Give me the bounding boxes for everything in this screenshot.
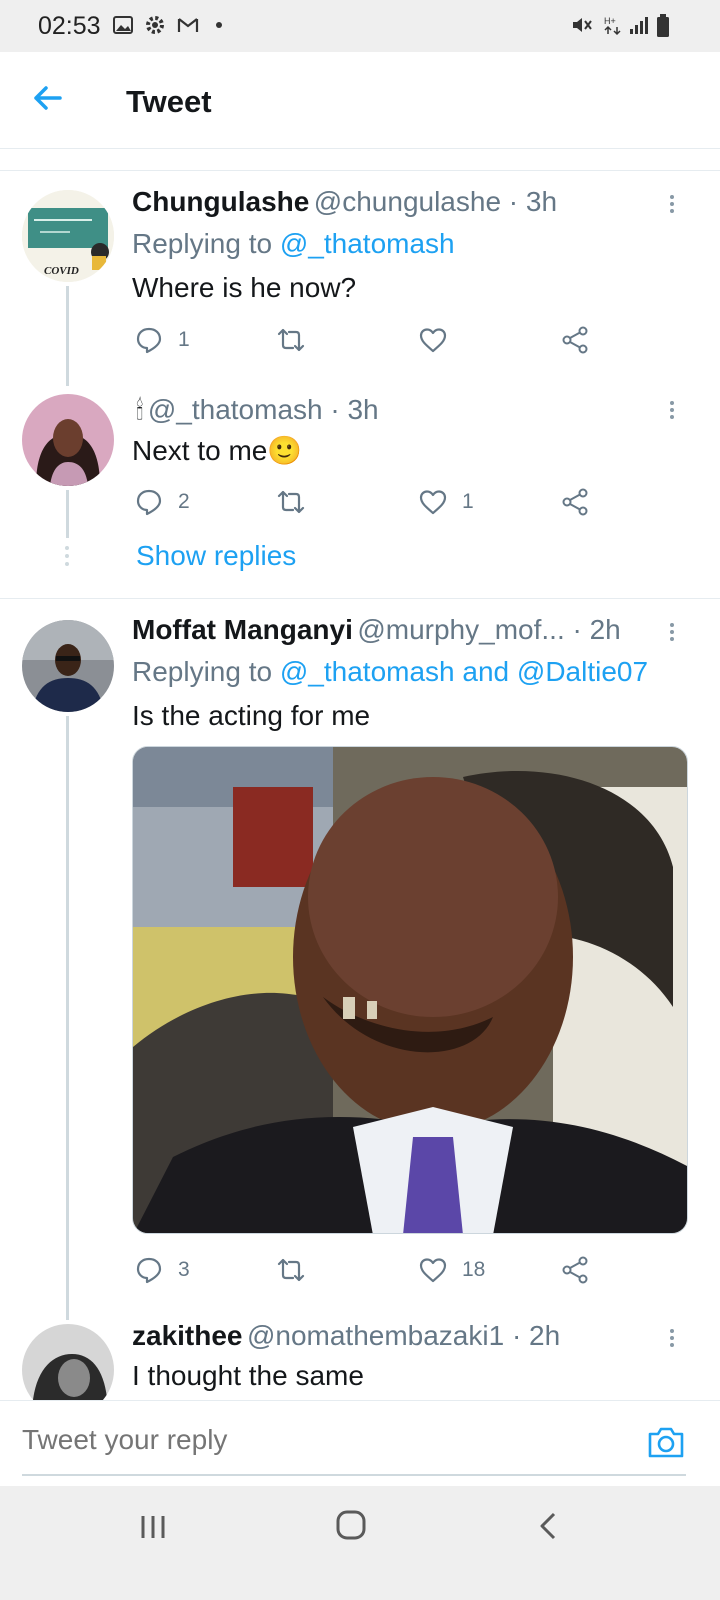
show-replies-link[interactable]: Show replies	[136, 540, 296, 572]
reply-icon	[136, 1257, 162, 1284]
thread-line	[66, 490, 69, 538]
camera-icon[interactable]	[646, 1424, 686, 1460]
share-button[interactable]	[560, 324, 590, 356]
tweet-text: I thought the same	[132, 1360, 364, 1391]
reply-icon	[136, 489, 162, 516]
tweet-header: 🕯 @_thatomash · 3h	[136, 394, 379, 427]
like-count: 18	[462, 1258, 486, 1281]
reply-input[interactable]	[22, 1424, 582, 1456]
tweet-header: Moffat Manganyi @murphy_mof... · 2h	[132, 614, 621, 646]
divider	[0, 598, 720, 599]
notification-dot-icon	[216, 22, 222, 28]
retweet-button[interactable]	[276, 324, 306, 356]
page-title: Tweet	[126, 84, 212, 119]
like-button[interactable]: 1	[418, 486, 474, 518]
system-nav-bar	[0, 1486, 720, 1600]
thread-more-dots	[64, 546, 70, 570]
status-time: 02:53	[38, 12, 101, 40]
more-options-icon[interactable]	[668, 192, 676, 216]
retweet-button[interactable]	[276, 486, 306, 518]
user-handle: @_thatomash · 3h	[147, 394, 379, 425]
share-icon	[562, 488, 588, 516]
reply-underline	[22, 1474, 686, 1476]
more-options-icon[interactable]	[668, 620, 676, 644]
reply-count: 3	[178, 1258, 190, 1281]
retweet-icon	[277, 490, 305, 514]
user-name[interactable]: 🕯	[136, 395, 143, 425]
share-button[interactable]	[560, 486, 590, 518]
reply-button[interactable]: 2	[134, 486, 190, 518]
retweet-button[interactable]	[276, 1254, 306, 1286]
reply-count: 2	[178, 490, 190, 513]
share-icon	[562, 326, 588, 354]
thread-line	[66, 716, 69, 1320]
tweet-header: Chungulashe @chungulashe · 3h	[132, 186, 557, 218]
reply-count: 1	[178, 328, 190, 351]
more-options-icon[interactable]	[668, 398, 676, 422]
tweet-image[interactable]	[132, 746, 688, 1234]
heart-icon	[419, 328, 447, 353]
share-button[interactable]	[560, 1254, 590, 1286]
replying-to: Replying to @_thatomash and @Daltie07	[132, 656, 648, 688]
reply-button[interactable]: 1	[134, 324, 190, 356]
user-name[interactable]: Moffat Manganyi	[132, 614, 353, 645]
user-handle: @murphy_mof... · 2h	[357, 614, 621, 645]
tweet-text: Where is he now?	[132, 272, 357, 303]
gallery-icon	[112, 14, 134, 36]
tweet-header: zakithee @nomathembazaki1 · 2h	[132, 1320, 560, 1352]
recent-apps-icon[interactable]	[138, 1512, 168, 1542]
avatar[interactable]: COVID	[22, 190, 114, 282]
thread-line	[66, 286, 69, 386]
gmail-icon	[176, 14, 199, 36]
tweet-text: Next to me🙂	[132, 435, 303, 466]
retweet-icon	[277, 1258, 305, 1282]
more-options-icon[interactable]	[668, 1326, 676, 1350]
reply-button[interactable]: 3	[134, 1254, 190, 1286]
replying-prefix: Replying to	[132, 228, 280, 259]
user-handle: @chungulashe · 3h	[313, 186, 558, 217]
battery-icon	[652, 14, 674, 37]
reply-icon	[136, 327, 162, 354]
home-icon[interactable]	[334, 1508, 368, 1542]
like-count: 1	[462, 490, 474, 513]
retweet-icon	[277, 328, 305, 352]
divider	[0, 170, 720, 171]
replying-to: Replying to @_thatomash	[132, 228, 455, 260]
replying-prefix: Replying to	[132, 656, 280, 687]
user-name[interactable]: zakithee	[132, 1320, 243, 1351]
back-icon[interactable]	[534, 1510, 564, 1542]
avatar-text: COVID	[44, 265, 79, 277]
data-hplus-icon: H+	[602, 14, 624, 36]
avatar[interactable]	[22, 394, 114, 486]
share-icon	[562, 1256, 588, 1284]
heart-icon	[419, 490, 447, 515]
back-arrow-icon[interactable]	[30, 80, 66, 116]
like-button[interactable]	[418, 324, 448, 356]
avatar[interactable]	[22, 620, 114, 712]
header-bar	[0, 52, 720, 149]
heart-icon	[419, 1258, 447, 1283]
like-button[interactable]: 18	[418, 1254, 485, 1286]
tweet-text: Is the acting for me	[132, 700, 371, 731]
user-handle: @nomathembazaki1 · 2h	[246, 1320, 561, 1351]
replying-to-link[interactable]: @_thatomash	[280, 228, 455, 259]
mute-icon	[570, 14, 592, 36]
signal-icon	[628, 14, 650, 36]
svg-text:H+: H+	[604, 16, 616, 26]
settings-icon	[144, 14, 166, 36]
replying-to-link[interactable]: @_thatomash and @Daltie07	[280, 656, 648, 687]
user-name[interactable]: Chungulashe	[132, 186, 309, 217]
